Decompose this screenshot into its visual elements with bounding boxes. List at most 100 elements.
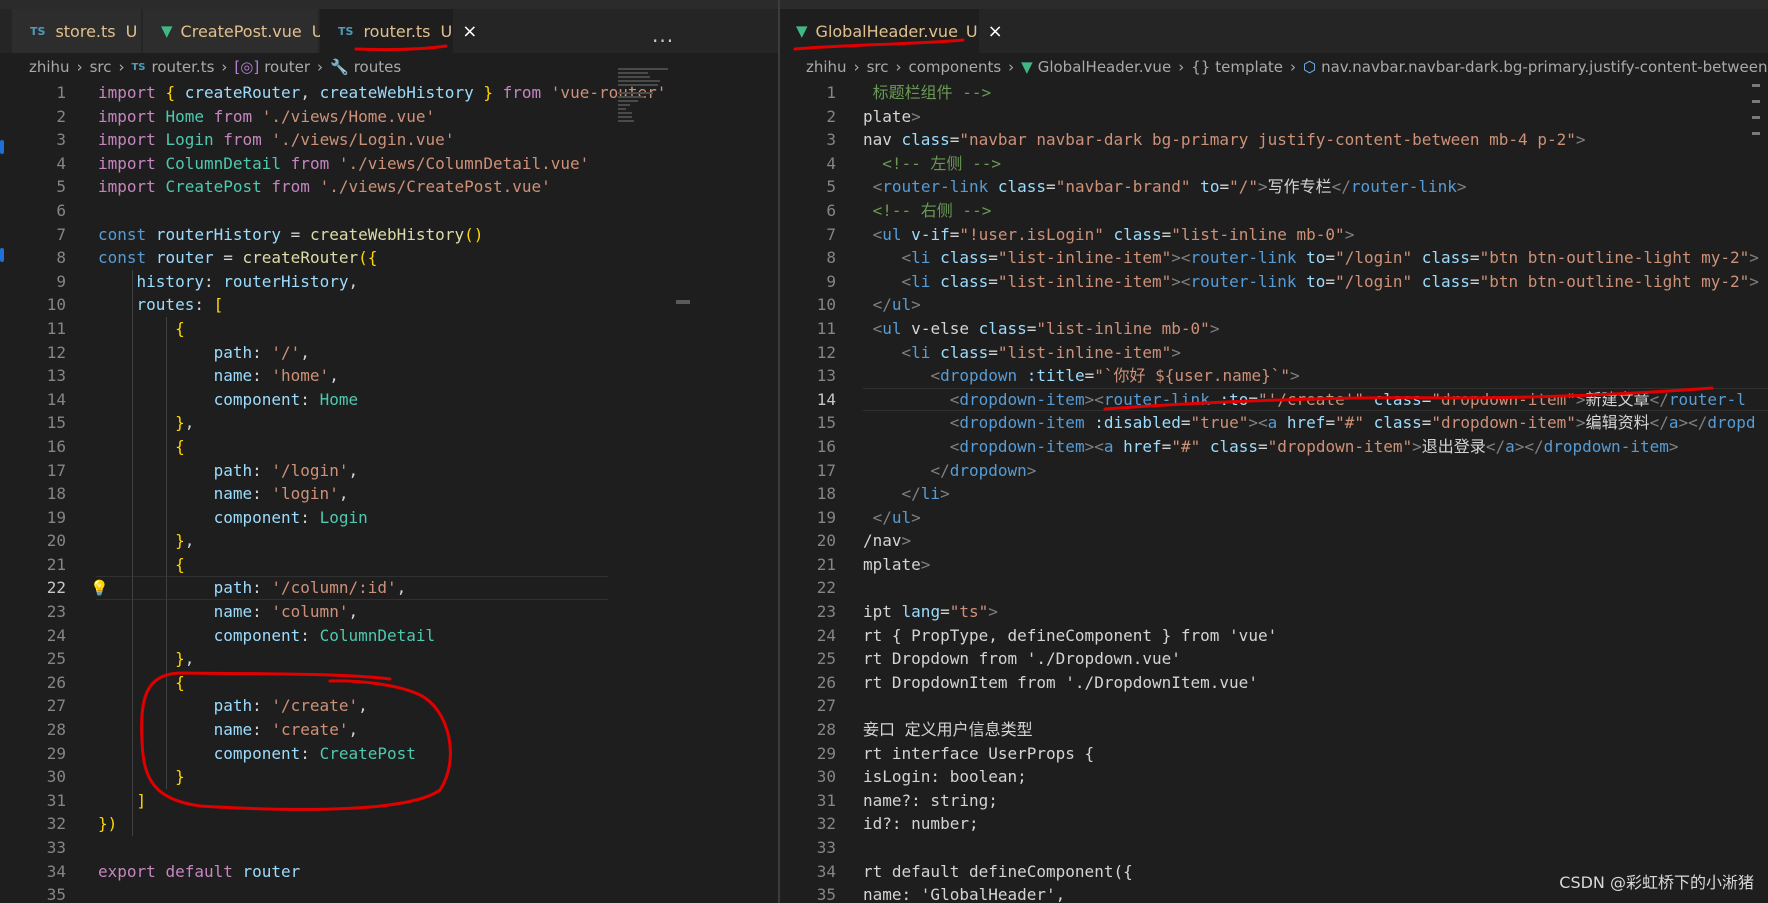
line-number: 31 — [816, 790, 836, 810]
tab-store-ts[interactable]: TS store.ts U — [12, 9, 142, 53]
minimap[interactable] — [618, 68, 673, 138]
code-line[interactable]: 16 <dropdown-item><a href="#" class="dro… — [780, 435, 1768, 459]
code-line[interactable]: 24 rt { PropType, defineComponent } from … — [780, 624, 1768, 648]
breadcrumb-item[interactable]: nav.navbar.navbar-dark.bg-primary.justif… — [1321, 58, 1768, 76]
line-text: routes: [ — [136, 295, 224, 315]
code-line[interactable]: 14 <dropdown-item><router-link :to="'/cr… — [780, 387, 1768, 412]
code-line[interactable]: 7 <ul v-if="!user.isLogin" class="list-i… — [780, 223, 1768, 247]
code-line[interactable]: 5 <router-link class="navbar-brand" to="… — [780, 175, 1768, 199]
tab-label: router.ts — [363, 21, 431, 41]
line-text: rt DropdownItem from './DropdownItem.vue… — [863, 672, 1258, 692]
scrollbar-thumb[interactable] — [676, 300, 690, 304]
code-line[interactable]: 7 const routerHistory = createWebHistory(… — [0, 223, 778, 247]
code-line[interactable]: 12 <li class="list-inline-item"> — [780, 341, 1768, 365]
code-line[interactable]: 17 </dropdown> — [780, 459, 1768, 483]
code-line[interactable]: 8 <li class="list-inline-item"><router-l… — [780, 246, 1768, 270]
code-line[interactable]: 25 }, — [0, 647, 778, 671]
line-text: path: '/', — [213, 342, 310, 362]
code-line[interactable]: 16 { — [0, 435, 778, 459]
code-line[interactable]: 2 plate> — [780, 105, 1768, 129]
code-line[interactable]: 15 }, — [0, 411, 778, 435]
breadcrumb-item[interactable]: template — [1215, 58, 1283, 76]
breadcrumb-item[interactable]: router.ts — [152, 58, 215, 76]
code-editor-left[interactable]: 1 import { createRouter, createWebHistory… — [0, 81, 778, 903]
code-line[interactable]: 26 rt DropdownItem from './DropdownItem.v… — [780, 671, 1768, 695]
more-actions-icon[interactable]: ··· — [652, 29, 674, 53]
line-text: component: CreatePost — [213, 743, 416, 763]
line-text: 标题栏组件 --> — [863, 83, 992, 102]
code-line[interactable]: 22 — [780, 576, 1768, 600]
code-line[interactable]: 31 ] — [0, 789, 778, 813]
line-text: component: ColumnDetail — [213, 625, 436, 645]
code-line[interactable]: 21 { — [0, 553, 778, 577]
code-line[interactable]: 8 const router = createRouter({ — [0, 246, 778, 270]
code-line[interactable]: 32}) — [0, 812, 778, 836]
breadcrumb-item[interactable]: GlobalHeader.vue — [1038, 58, 1171, 76]
breadcrumb-item[interactable]: zhihu — [29, 58, 70, 76]
code-editor-right[interactable]: 1 标题栏组件 --> 2 plate> 3 nav class="navbar nav… — [780, 81, 1768, 903]
code-line[interactable]: 18 name: 'login', — [0, 482, 778, 506]
code-line[interactable]: 10 </ul> — [780, 293, 1768, 317]
breadcrumb-item[interactable]: routes — [354, 58, 401, 76]
code-line[interactable]: 12 path: '/', — [0, 341, 778, 365]
code-line[interactable]: 20/nav> — [780, 529, 1768, 553]
close-icon[interactable]: × — [462, 21, 477, 42]
code-line[interactable]: 33 — [780, 836, 1768, 860]
code-line[interactable]: 15 <dropdown-item :disabled="true"><a hr… — [780, 411, 1768, 435]
modified-badge: U — [965, 21, 978, 41]
breadcrumb-item[interactable]: components — [908, 58, 1001, 76]
line-text: export default router — [98, 861, 301, 881]
code-line[interactable]: 23 ipt lang="ts"> — [780, 600, 1768, 624]
code-line[interactable]: 20 }, — [0, 529, 778, 553]
tab-router-ts[interactable]: TS router.ts U × — [320, 9, 477, 53]
code-line[interactable]: 11 { — [0, 317, 778, 341]
code-line[interactable]: 9 <li class="list-inline-item"><router-l… — [780, 270, 1768, 294]
code-line[interactable]: 11 <ul v-else class="list-inline mb-0"> — [780, 317, 1768, 341]
code-line[interactable]: 9 history: routerHistory, — [0, 270, 778, 294]
code-line[interactable]: 19 </ul> — [780, 506, 1768, 530]
code-line[interactable]: 13 name: 'home', — [0, 364, 778, 388]
code-line[interactable]: 22 path: '/column/:id', — [0, 576, 778, 601]
code-line[interactable]: 29 rt interface UserProps { — [780, 742, 1768, 766]
breadcrumb-item[interactable]: src — [90, 58, 112, 76]
code-line[interactable]: 19 component: Login — [0, 506, 778, 530]
code-line[interactable]: 6 — [0, 199, 778, 223]
code-line[interactable]: 27 — [780, 694, 1768, 718]
code-line[interactable]: 26 { — [0, 671, 778, 695]
close-icon[interactable]: × — [988, 21, 1003, 42]
breadcrumb-item[interactable]: router — [264, 58, 310, 76]
code-line[interactable]: 17 path: '/login', — [0, 459, 778, 483]
code-line[interactable]: 23 name: 'column', — [0, 600, 778, 624]
code-line[interactable]: 31 name?: string; — [780, 789, 1768, 813]
code-line[interactable]: 21 mplate> — [780, 553, 1768, 577]
code-line[interactable]: 27 path: '/create', — [0, 694, 778, 718]
code-line[interactable]: 4 import ColumnDetail from './views/Colum… — [0, 152, 778, 176]
code-line[interactable]: 10 routes: [ — [0, 293, 778, 317]
code-line[interactable]: 6 <!-- 右侧 --> — [780, 199, 1768, 223]
lightbulb-icon[interactable]: 💡 — [90, 579, 109, 597]
breadcrumb-item[interactable]: zhihu — [806, 58, 847, 76]
breadcrumb-item[interactable]: src — [867, 58, 889, 76]
line-number: 22 — [46, 578, 66, 598]
code-line[interactable]: 30 } — [0, 765, 778, 789]
tab-createpost-vue[interactable]: ▼ CreatePost.vue U — [143, 9, 323, 53]
code-line[interactable]: 5 import CreatePost from './views/CreateP… — [0, 175, 778, 199]
code-line[interactable]: 24 component: ColumnDetail — [0, 624, 778, 648]
code-line[interactable]: 18 </li> — [780, 482, 1768, 506]
code-line[interactable]: 25 rt Dropdown from './Dropdown.vue' — [780, 647, 1768, 671]
code-line[interactable]: 35 — [0, 883, 778, 903]
code-line[interactable]: 14 component: Home — [0, 388, 778, 412]
breakpoint-indicator — [0, 248, 4, 262]
code-line[interactable]: 3 nav class="navbar navbar-dark bg-primar… — [780, 128, 1768, 152]
code-line[interactable]: 1 标题栏组件 --> — [780, 81, 1768, 105]
code-line[interactable]: 34 export default router — [0, 860, 778, 884]
code-line[interactable]: 33 — [0, 836, 778, 860]
code-line[interactable]: 13 <dropdown :title="`你好 ${user.name}`"> — [780, 364, 1768, 388]
code-line[interactable]: 32 id?: number; — [780, 812, 1768, 836]
code-line[interactable]: 4 <!-- 左侧 --> — [780, 152, 1768, 176]
code-line[interactable]: 30 isLogin: boolean; — [780, 765, 1768, 789]
code-line[interactable]: 28 妾口 定义用户信息类型 — [780, 718, 1768, 742]
code-line[interactable]: 29 component: CreatePost — [0, 742, 778, 766]
tab-globalheader-vue[interactable]: ▼ GlobalHeader.vue U × — [780, 9, 1003, 53]
code-line[interactable]: 28 name: 'create', — [0, 718, 778, 742]
